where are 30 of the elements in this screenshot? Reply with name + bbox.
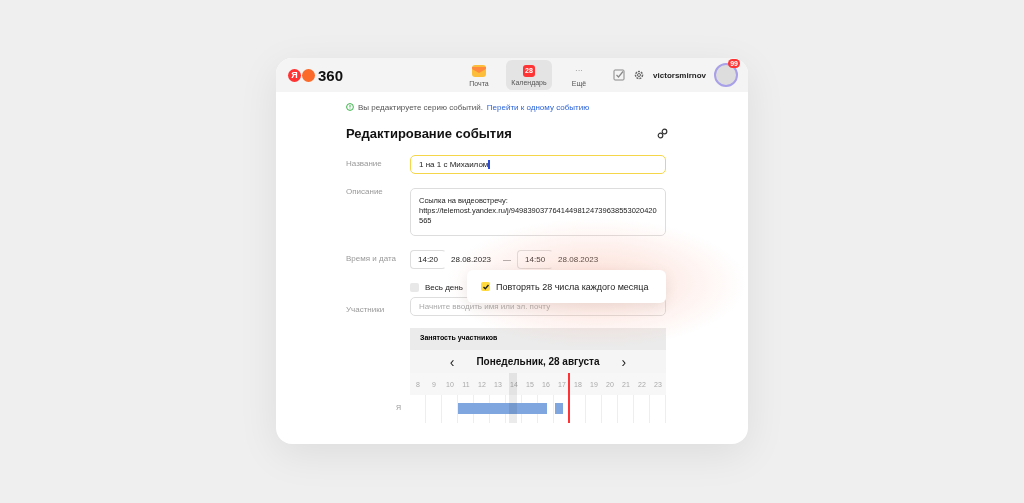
next-day-button[interactable]: › <box>621 353 627 370</box>
settings-icon[interactable] <box>633 69 646 81</box>
single-event-link[interactable]: Перейти к одному событию <box>486 102 590 112</box>
logo[interactable]: Я 360 <box>288 66 456 84</box>
info-icon <box>346 103 354 111</box>
page-title: Редактирование события <box>346 125 512 141</box>
day-title: Понедельник, 28 августа <box>476 356 600 367</box>
name-field[interactable]: 1 на 1 с Михаилом <box>410 155 666 174</box>
checklist-icon[interactable] <box>613 69 626 81</box>
checkbox-label: Весь день <box>425 283 463 292</box>
busy-block <box>555 403 563 414</box>
current-time-line <box>568 373 570 423</box>
field-label: Время и дата <box>346 253 397 263</box>
dash: — <box>503 255 512 264</box>
start-date-field[interactable]: 28.08.2023 <box>446 255 500 264</box>
field-label: Участники <box>346 304 386 314</box>
end-date-field[interactable]: 28.08.2023 <box>553 255 607 264</box>
field-label: Описание <box>346 186 384 196</box>
previous-day-button[interactable]: ‹ <box>449 353 455 370</box>
notice-text: Вы редактируете серию событий. <box>358 102 483 112</box>
end-time-field[interactable]: 14:50 <box>517 250 554 269</box>
repeat-label: Повторять 28 числа каждого месяца <box>496 281 649 292</box>
field-label: Название <box>346 158 383 168</box>
more-icon: ··· <box>575 63 583 78</box>
repeat-checkbox[interactable] <box>481 282 490 291</box>
start-time-field[interactable]: 14:20 <box>410 250 447 269</box>
username[interactable]: victorsmirnov <box>653 70 706 80</box>
current-hour-highlight <box>509 373 517 423</box>
envelope-icon <box>472 63 486 78</box>
link-icon[interactable] <box>657 127 668 139</box>
